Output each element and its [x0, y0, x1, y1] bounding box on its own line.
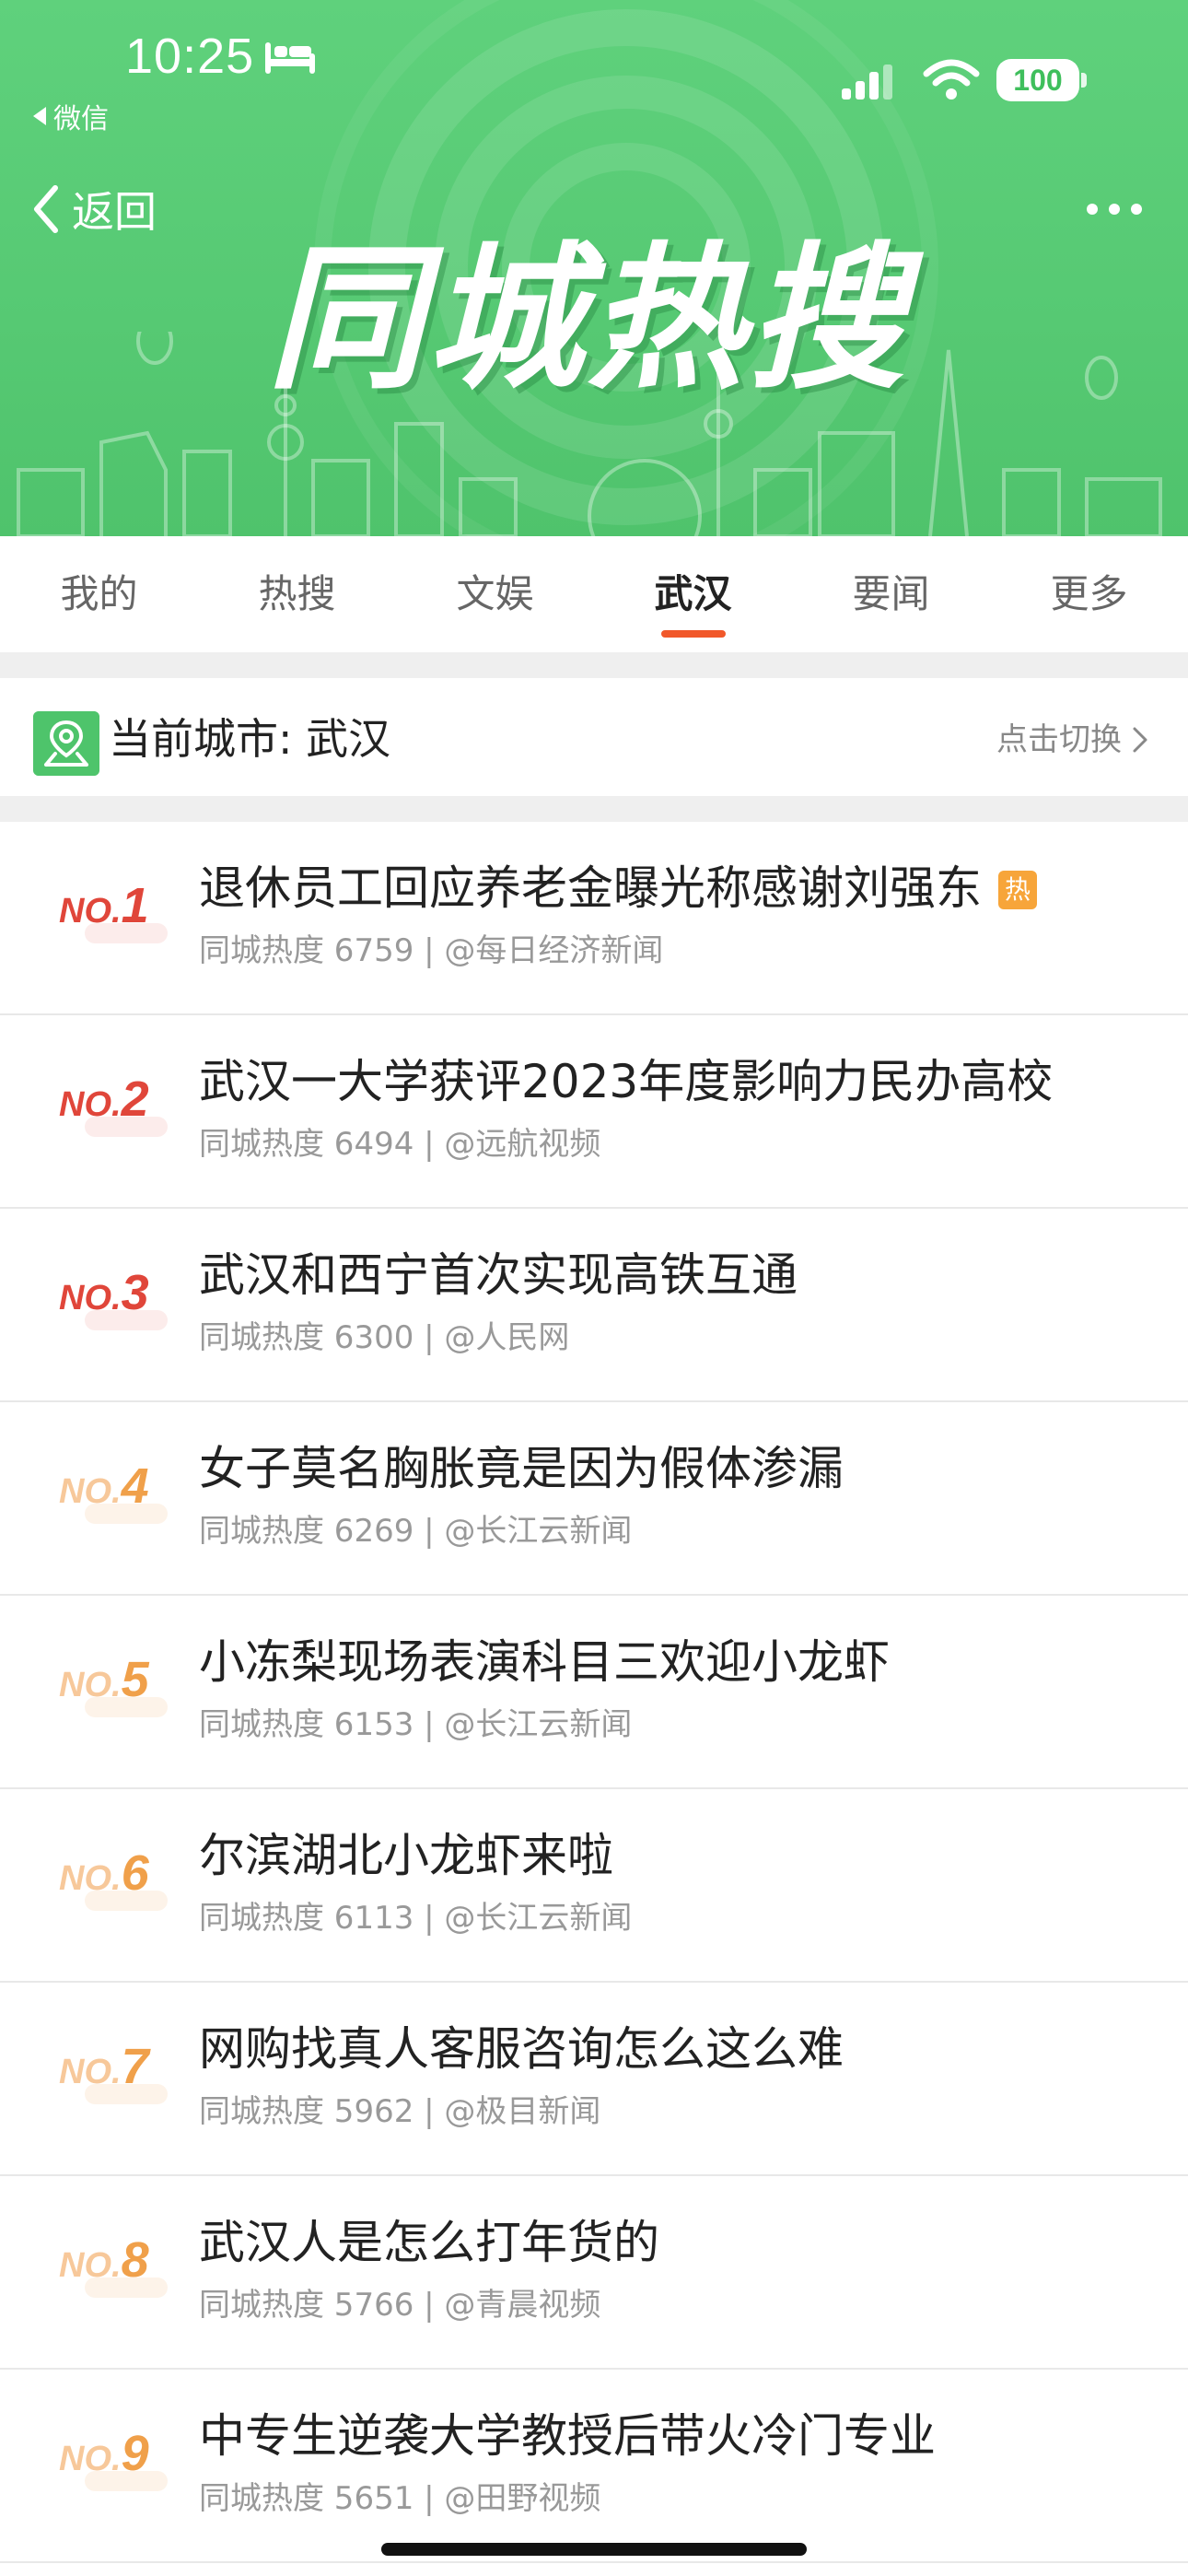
item-meta: 同城热度 5766 | @青晨视频: [199, 2287, 601, 2324]
rank-label: NO.9: [59, 2425, 169, 2499]
chevron-right-icon: [1133, 727, 1147, 753]
rank-prefix: NO.: [59, 1859, 122, 1898]
item-meta: 同城热度 6113 | @长江云新闻: [199, 1900, 633, 1937]
item-meta: 同城热度 6494 | @远航视频: [199, 1126, 601, 1163]
rank-prefix: NO.: [59, 2053, 122, 2091]
rank-label: NO.3: [59, 1264, 169, 1338]
item-meta: 同城热度 5962 | @极目新闻: [199, 2093, 601, 2130]
rank-number: 1: [121, 878, 149, 933]
back-button-label: 返回: [72, 187, 157, 237]
category-tabs: 我的 热搜 文娱 武汉 要闻 更多: [0, 536, 1188, 652]
more-dot-icon: [1131, 204, 1142, 215]
rank-label: NO.6: [59, 1844, 169, 1918]
rank-label: NO.5: [59, 1651, 169, 1725]
rank-number: 3: [121, 1265, 149, 1320]
back-to-app-link[interactable]: 微信: [33, 96, 109, 136]
tab-hot-search[interactable]: 热搜: [198, 536, 396, 652]
more-options-button[interactable]: [1087, 195, 1151, 223]
wifi-icon: [923, 59, 980, 100]
item-title: 退休员工回应养老金曝光称感谢刘强东热: [199, 859, 1037, 918]
tab-more[interactable]: 更多: [990, 536, 1188, 652]
rank-number: 5: [121, 1652, 149, 1707]
item-title-text: 退休员工回应养老金曝光称感谢刘强东: [199, 861, 982, 915]
rank-number: 8: [121, 2232, 149, 2288]
tab-news[interactable]: 要闻: [792, 536, 990, 652]
hot-badge: 热: [998, 871, 1037, 909]
header-banner: 10:25 微信 100 返回 同城热搜: [0, 0, 1188, 536]
rank-label: NO.8: [59, 2231, 169, 2305]
rank-prefix: NO.: [59, 2246, 122, 2285]
item-title: 武汉人是怎么打年货的: [199, 2216, 659, 2269]
rank-number: 7: [121, 2039, 149, 2094]
list-item[interactable]: NO.7 网购找真人客服咨询怎么这么难 同城热度 5962 | @极目新闻: [0, 1983, 1188, 2176]
cellular-signal-icon: [842, 64, 892, 100]
section-divider: [0, 652, 1188, 678]
item-title: 小冻梨现场表演科目三欢迎小龙虾: [199, 1635, 890, 1689]
chevron-left-icon: [34, 185, 58, 233]
item-title: 武汉一大学获评2023年度影响力民办高校: [199, 1055, 1054, 1108]
rank-number: 2: [121, 1071, 149, 1127]
rank-label: NO.7: [59, 2038, 169, 2112]
item-meta: 同城热度 5651 | @田野视频: [199, 2480, 601, 2517]
rank-number: 9: [121, 2426, 149, 2481]
list-item[interactable]: NO.2 武汉一大学获评2023年度影响力民办高校 同城热度 6494 | @远…: [0, 1015, 1188, 1209]
rank-prefix: NO.: [59, 892, 122, 931]
status-bar: 10:25 微信 100: [0, 0, 1188, 138]
city-skyline-illustration: [17, 332, 1162, 536]
battery-level: 100: [996, 59, 1079, 101]
item-title: 武汉和西宁首次实现高铁互通: [199, 1248, 798, 1302]
section-divider: [0, 796, 1188, 822]
more-dot-icon: [1109, 204, 1120, 215]
current-city-row: 当前城市: 武汉 点击切换: [0, 678, 1188, 796]
home-indicator[interactable]: [381, 2543, 807, 2556]
list-item[interactable]: NO.4 女子莫名胸胀竟是因为假体渗漏 同城热度 6269 | @长江云新闻: [0, 1402, 1188, 1596]
item-title: 中专生逆袭大学教授后带火冷门专业: [199, 2409, 936, 2463]
item-meta: 同城热度 6153 | @长江云新闻: [199, 1706, 633, 1743]
rank-label: NO.1: [59, 877, 169, 951]
list-item[interactable]: NO.1 退休员工回应养老金曝光称感谢刘强东热 同城热度 6759 | @每日经…: [0, 822, 1188, 1015]
switch-city-label: 点击切换: [996, 721, 1122, 758]
switch-city-button[interactable]: 点击切换: [996, 717, 1149, 763]
list-item[interactable]: NO.8 武汉人是怎么打年货的 同城热度 5766 | @青晨视频: [0, 2176, 1188, 2370]
location-pin-icon: [33, 711, 99, 776]
rank-prefix: NO.: [59, 1472, 122, 1511]
current-city-label: 当前城市: 武汉: [109, 714, 391, 764]
list-item[interactable]: NO.3 武汉和西宁首次实现高铁互通 同城热度 6300 | @人民网: [0, 1209, 1188, 1402]
item-title: 尔滨湖北小龙虾来啦: [199, 1829, 613, 1882]
item-title: 网购找真人客服咨询怎么这么难: [199, 2022, 844, 2076]
back-app-label: 微信: [53, 103, 109, 135]
rank-prefix: NO.: [59, 1085, 122, 1124]
battery-indicator: 100: [996, 59, 1087, 101]
list-item[interactable]: NO.9 中专生逆袭大学教授后带火冷门专业 同城热度 5651 | @田野视频: [0, 2370, 1188, 2563]
tab-entertainment[interactable]: 文娱: [396, 536, 594, 652]
sleep-focus-icon: [265, 42, 315, 74]
rank-number: 6: [121, 1845, 149, 1901]
hot-search-list: NO.1 退休员工回应养老金曝光称感谢刘强东热 同城热度 6759 | @每日经…: [0, 822, 1188, 2563]
item-title: 女子莫名胸胀竟是因为假体渗漏: [199, 1442, 844, 1495]
battery-nub: [1081, 73, 1087, 88]
item-meta: 同城热度 6300 | @人民网: [199, 1319, 570, 1356]
list-item[interactable]: NO.5 小冻梨现场表演科目三欢迎小龙虾 同城热度 6153 | @长江云新闻: [0, 1596, 1188, 1789]
rank-prefix: NO.: [59, 2440, 122, 2478]
status-time: 10:25: [125, 29, 255, 84]
list-item[interactable]: NO.6 尔滨湖北小龙虾来啦 同城热度 6113 | @长江云新闻: [0, 1789, 1188, 1983]
rank-prefix: NO.: [59, 1279, 122, 1317]
rank-prefix: NO.: [59, 1666, 122, 1704]
tab-wuhan[interactable]: 武汉: [594, 536, 792, 652]
item-meta: 同城热度 6269 | @长江云新闻: [199, 1513, 633, 1550]
tab-mine[interactable]: 我的: [0, 536, 198, 652]
rank-label: NO.4: [59, 1458, 169, 1531]
rank-number: 4: [121, 1458, 149, 1514]
rank-label: NO.2: [59, 1071, 169, 1144]
item-meta: 同城热度 6759 | @每日经济新闻: [199, 932, 664, 969]
back-triangle-icon: [33, 107, 46, 125]
back-button[interactable]: 返回: [28, 179, 157, 240]
more-dot-icon: [1087, 204, 1098, 215]
